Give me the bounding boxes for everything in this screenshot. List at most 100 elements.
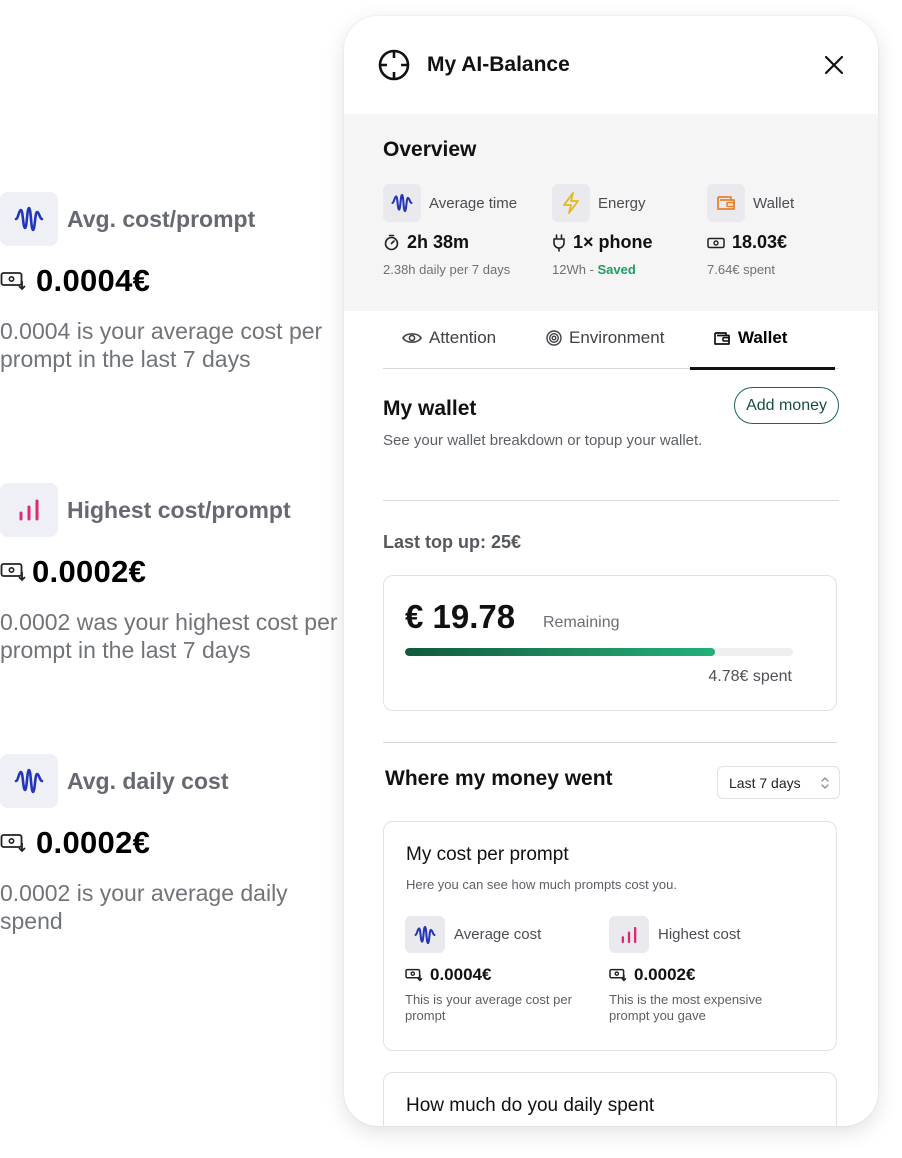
overview-card-value: 1× phone (573, 232, 653, 252)
cost-item-note: This is the most expensive prompt you ga… (609, 992, 763, 1023)
average-cost-item: Average cost 0.0004€ This is your averag… (405, 916, 595, 1024)
cost-item-value-row: 0.0002€ (609, 965, 799, 985)
divider (383, 742, 837, 743)
waveform-icon (0, 192, 58, 246)
stat-value-row: 0.0002€ (0, 554, 340, 590)
where-money-went-title: Where my money went (385, 767, 613, 790)
overview-card-head: Energy (552, 184, 653, 222)
overview-title: Overview (383, 138, 477, 161)
cost-item-value: 0.0002€ (634, 965, 696, 984)
money-icon (405, 968, 423, 982)
money-icon (0, 272, 26, 291)
tab-attention[interactable]: Attention (402, 328, 496, 348)
eye-icon (402, 333, 422, 343)
stat-header: Avg. daily cost (0, 753, 340, 809)
tab-environment[interactable]: Environment (546, 328, 664, 348)
stat-description: 0.0004 is your average cost per prompt i… (0, 318, 323, 372)
stat-avg-daily-cost: Avg. daily cost 0.0002€ 0.0002 is your a… (0, 753, 340, 935)
overview-card-label: Wallet (753, 194, 795, 212)
overview-card-time: Average time 2h 38m 2.38h daily per 7 da… (383, 184, 517, 277)
overview-card-value-row: 1× phone (552, 232, 653, 253)
wallet-icon (707, 184, 745, 222)
crosshair-icon (378, 49, 410, 81)
ai-balance-panel: My AI-Balance Overview Average time 2h 3… (344, 16, 878, 1126)
remaining-label: Remaining (543, 614, 620, 631)
overview-card-value-row: 18.03€ (707, 232, 794, 253)
cost-item-head: Average cost (405, 916, 595, 953)
stat-value-row: 0.0004€ (0, 263, 340, 299)
money-icon (609, 968, 627, 982)
target-icon (546, 330, 562, 346)
stat-description: 0.0002 is your average daily spend (0, 880, 288, 934)
tab-label: Environment (569, 328, 665, 347)
overview-card-sub: 2.38h daily per 7 days (383, 262, 511, 277)
overview-card-head: Average time (383, 184, 517, 222)
cost-item-value: 0.0004€ (430, 965, 492, 984)
cost-item-value-row: 0.0004€ (405, 965, 595, 985)
stat-header: Highest cost/prompt (0, 482, 340, 538)
stat-title: Highest cost/prompt (67, 496, 291, 523)
overview-card-value: 2h 38m (407, 232, 470, 252)
stat-value-row: 0.0002€ (0, 825, 340, 861)
stat-title: Avg. cost/prompt (67, 205, 256, 232)
overview-card-energy: Energy 1× phone 12Wh - Saved (552, 184, 653, 277)
overview-card-head: Wallet (707, 184, 794, 222)
balance-progress-fill (405, 648, 716, 656)
close-icon[interactable] (823, 54, 845, 76)
tab-label: Attention (429, 328, 497, 347)
daily-spent-title: How much do you daily spent (406, 1095, 655, 1116)
stat-value: 0.0002€ (36, 825, 151, 860)
overview-card-value: 18.03€ (732, 232, 788, 252)
my-wallet-title: My wallet (383, 397, 477, 420)
highest-cost-item: Highest cost 0.0002€ This is the most ex… (609, 916, 799, 1024)
cost-item-head: Highest cost (609, 916, 799, 953)
energy-sub-text: 12Wh - (552, 262, 598, 277)
stat-value: 0.0004€ (36, 263, 151, 298)
cost-item-label: Average cost (454, 926, 542, 943)
overview-card-label: Energy (598, 194, 646, 212)
stopwatch-icon (384, 234, 399, 251)
cost-per-prompt-description: Here you can see how much prompts cost y… (406, 877, 677, 892)
period-select[interactable]: Last 7 days (717, 766, 840, 799)
cost-item-note: This is your average cost per prompt (405, 992, 572, 1023)
chevron-updown-icon (821, 777, 829, 789)
saved-status: Saved (597, 262, 636, 277)
tab-bar: Attention Environment Wallet (383, 311, 839, 370)
overview-card-value-row: 2h 38m (383, 232, 517, 253)
panel-title: My AI-Balance (427, 53, 570, 76)
stat-description: 0.0002 was your highest cost per prompt … (0, 609, 338, 663)
waveform-icon (383, 184, 421, 222)
last-topup: Last top up: 25€ (383, 532, 522, 552)
my-wallet-description: See your wallet breakdown or topup your … (383, 432, 703, 449)
money-icon (0, 563, 26, 582)
tab-label: Wallet (738, 328, 788, 347)
spent-amount: 4.78€ spent (708, 668, 792, 685)
add-money-button[interactable]: Add money (734, 387, 839, 424)
wallet-icon (714, 332, 730, 345)
cost-per-prompt-card: My cost per prompt Here you can see how … (383, 821, 837, 1051)
panel-header: My AI-Balance (344, 16, 878, 114)
daily-spent-card: How much do you daily spent (383, 1072, 837, 1126)
balance-progress-bar (405, 648, 793, 656)
cost-item-label: Highest cost (658, 926, 741, 943)
overview-card-wallet: Wallet 18.03€ 7.64€ spent (707, 184, 794, 277)
cost-per-prompt-title: My cost per prompt (406, 844, 569, 865)
my-wallet-section: My wallet See your wallet breakdown or t… (383, 369, 839, 501)
tab-wallet[interactable]: Wallet (713, 328, 787, 348)
plug-icon (553, 233, 565, 252)
bar-chart-icon (609, 916, 649, 953)
remaining-amount: € 19.78 (405, 598, 516, 635)
waveform-icon (405, 916, 445, 953)
overview-section: Overview Average time 2h 38m 2.38h daily… (344, 114, 878, 311)
period-select-value: Last 7 days (729, 774, 801, 791)
money-icon (0, 834, 26, 853)
overview-card-sub: 7.64€ spent (707, 262, 775, 277)
overview-card-sub: 12Wh - Saved (552, 262, 653, 277)
remaining-balance-card: € 19.78 Remaining 4.78€ spent (383, 575, 837, 711)
stat-title: Avg. daily cost (67, 767, 229, 794)
stat-header: Avg. cost/prompt (0, 191, 340, 247)
banknote-icon (707, 237, 725, 248)
stat-value: 0.0002€ (32, 554, 147, 589)
stat-avg-cost-prompt: Avg. cost/prompt 0.0004€ 0.0004 is your … (0, 191, 340, 373)
lightning-icon (552, 184, 590, 222)
